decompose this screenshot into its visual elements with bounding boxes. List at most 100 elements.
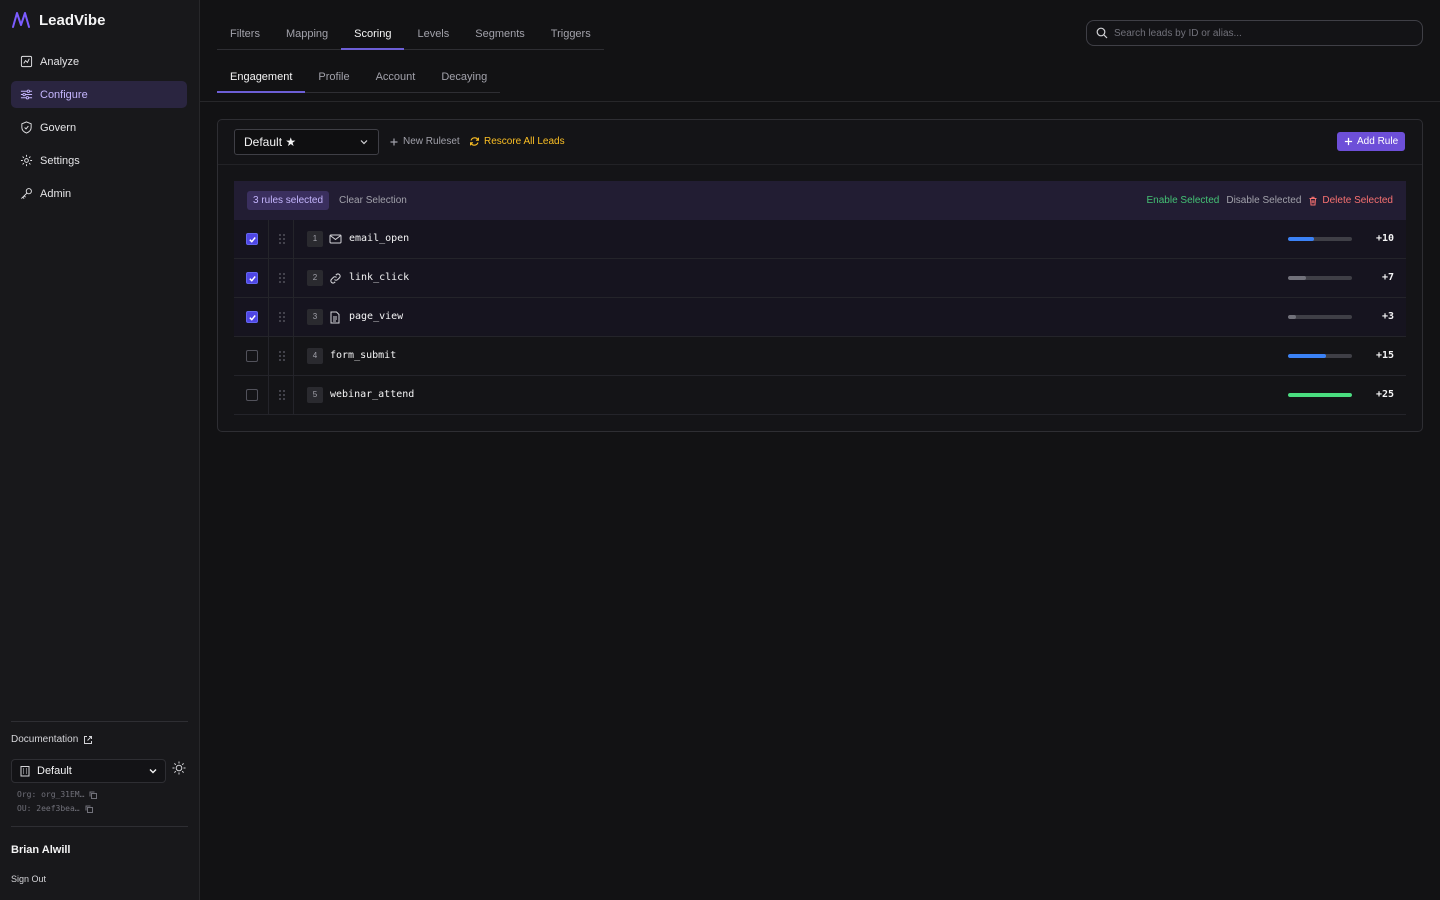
documentation-link[interactable]: Documentation: [11, 734, 93, 745]
delete-selected-button[interactable]: Delete Selected: [1308, 195, 1393, 206]
sun-icon: [172, 761, 186, 775]
sidebar-item-settings[interactable]: Settings: [11, 147, 187, 174]
documentation-label: Documentation: [11, 734, 79, 745]
score-bar-fill: [1288, 354, 1327, 358]
building-icon: [20, 766, 30, 777]
selection-count-badge: 3 rules selected: [247, 191, 330, 210]
copy-icon[interactable]: [89, 791, 98, 799]
rule-row[interactable]: 2 link_click +7: [234, 259, 1406, 298]
rule-index: 4: [307, 348, 323, 364]
tab-scoring[interactable]: Scoring: [341, 20, 405, 50]
check-icon: [248, 314, 256, 321]
sidebar-divider: [11, 826, 188, 827]
check-icon: [248, 275, 256, 282]
rescore-label: Rescore All Leads: [484, 136, 565, 147]
link-icon: [330, 273, 341, 284]
rule-checkbox[interactable]: [246, 233, 258, 245]
drag-handle-icon[interactable]: [277, 389, 287, 401]
panel-toolbar: Default ★ New Ruleset Rescore All Leads …: [218, 120, 1422, 165]
copy-icon[interactable]: [85, 805, 93, 813]
bulk-actions: Enable Selected Disable Selected Delete …: [1147, 195, 1394, 206]
column-divider: [293, 337, 294, 375]
tab-levels[interactable]: Levels: [404, 20, 462, 49]
sidebar-item-govern[interactable]: Govern: [11, 114, 187, 141]
disable-selected-button[interactable]: Disable Selected: [1226, 195, 1301, 206]
rule-row[interactable]: 3 page_view +3: [234, 298, 1406, 337]
scoring-rules-panel: Default ★ New Ruleset Rescore All Leads …: [217, 119, 1423, 432]
tab-profile[interactable]: Profile: [305, 63, 362, 92]
add-rule-button[interactable]: Add Rule: [1337, 132, 1406, 151]
rule-index: 3: [307, 309, 323, 325]
ou-select-value: Default: [37, 765, 72, 777]
rule-checkbox[interactable]: [246, 311, 258, 323]
rule-row[interactable]: 4 form_submit +15: [234, 337, 1406, 376]
tab-segments[interactable]: Segments: [462, 20, 538, 49]
sidebar-item-configure[interactable]: Configure: [11, 81, 187, 108]
enable-selected-button[interactable]: Enable Selected: [1147, 195, 1220, 206]
rule-checkbox[interactable]: [246, 272, 258, 284]
score-bar: [1288, 315, 1352, 319]
rule-name: link_click: [349, 272, 410, 283]
column-divider: [293, 376, 294, 414]
leadvibe-logo-icon: [12, 12, 30, 28]
document-icon: [330, 311, 340, 324]
column-divider: [268, 337, 269, 375]
tab-decaying[interactable]: Decaying: [428, 63, 500, 92]
sign-out-link[interactable]: Sign Out: [11, 874, 46, 884]
rule-row[interactable]: 5 webinar_attend +25: [234, 376, 1406, 415]
score-bar: [1288, 276, 1352, 280]
tab-account[interactable]: Account: [363, 63, 429, 92]
mail-icon: [329, 234, 342, 244]
key-icon: [21, 188, 32, 199]
clear-selection-button[interactable]: Clear Selection: [339, 195, 407, 206]
chevron-down-icon: [149, 769, 157, 774]
rule-score: +25: [1375, 389, 1394, 400]
ou-id: OU: 2eef3bea…: [17, 804, 93, 813]
trash-icon: [1309, 196, 1317, 205]
score-bar: [1288, 237, 1352, 241]
rule-index: 1: [307, 231, 323, 247]
rule-row[interactable]: 1 email_open +10: [234, 220, 1406, 259]
tab-filters[interactable]: Filters: [217, 20, 273, 49]
rule-name: email_open: [349, 233, 410, 244]
new-ruleset-label: New Ruleset: [403, 136, 460, 147]
org-id-text: Org: org_31EM…: [17, 790, 85, 799]
drag-handle-icon[interactable]: [277, 311, 287, 323]
drag-handle-icon[interactable]: [277, 350, 287, 362]
drag-handle-icon[interactable]: [277, 272, 287, 284]
tab-triggers[interactable]: Triggers: [538, 20, 604, 49]
tab-engagement[interactable]: Engagement: [217, 63, 306, 93]
user-name: Brian Alwill: [11, 844, 71, 856]
chevron-down-icon: [360, 140, 368, 145]
score-bar-fill: [1288, 393, 1352, 397]
sidebar-item-admin[interactable]: Admin: [11, 180, 187, 207]
shield-icon: [21, 121, 32, 134]
header-divider: [200, 101, 1440, 102]
sidebar-item-label: Analyze: [40, 55, 80, 68]
score-bar: [1288, 354, 1352, 358]
score-bar: [1288, 393, 1352, 397]
lead-search[interactable]: [1086, 20, 1423, 46]
brand[interactable]: LeadVibe: [11, 10, 105, 30]
search-icon: [1096, 27, 1108, 39]
sidebar-item-analyze[interactable]: Analyze: [11, 48, 187, 75]
organization-unit-select[interactable]: Default: [11, 759, 166, 783]
sliders-icon: [20, 89, 33, 100]
sidebar-item-label: Configure: [40, 88, 88, 101]
column-divider: [268, 376, 269, 414]
new-ruleset-button[interactable]: New Ruleset: [389, 136, 460, 147]
rule-checkbox[interactable]: [246, 389, 258, 401]
tab-mapping[interactable]: Mapping: [273, 20, 341, 49]
search-input[interactable]: [1114, 27, 1404, 39]
rule-checkbox[interactable]: [246, 350, 258, 362]
sidebar-item-label: Govern: [40, 121, 77, 134]
ruleset-select[interactable]: Default ★: [234, 129, 379, 155]
gear-icon: [20, 154, 33, 167]
drag-handle-icon[interactable]: [277, 233, 287, 245]
rule-score: +15: [1375, 350, 1394, 361]
theme-toggle[interactable]: [172, 761, 186, 778]
plus-icon: [390, 138, 398, 145]
delete-selected-label: Delete Selected: [1322, 195, 1393, 206]
rescore-all-leads-button[interactable]: Rescore All Leads: [469, 136, 565, 147]
refresh-icon: [470, 137, 479, 146]
